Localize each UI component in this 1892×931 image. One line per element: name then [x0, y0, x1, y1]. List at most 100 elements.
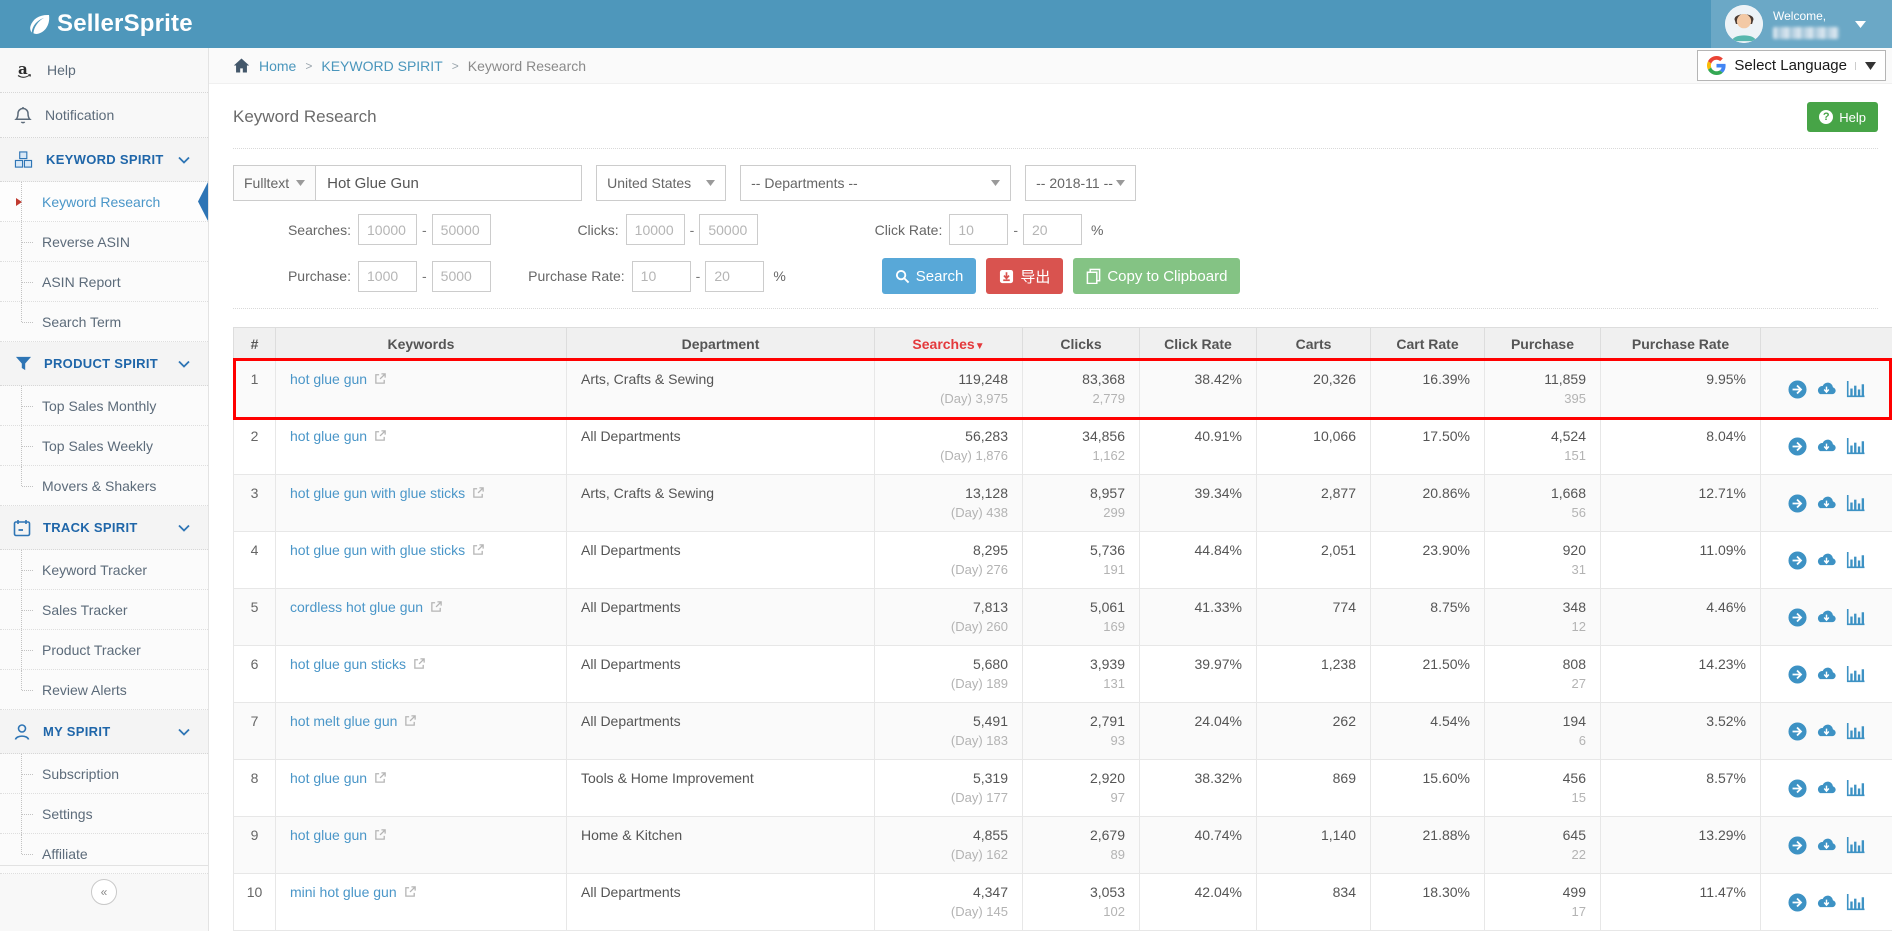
- keyword-link[interactable]: mini hot glue gun: [290, 884, 397, 900]
- column-header-clicks[interactable]: Clicks: [1023, 328, 1140, 361]
- detail-arrow-icon[interactable]: [1788, 380, 1807, 399]
- detail-arrow-icon[interactable]: [1788, 665, 1807, 684]
- keyword-link[interactable]: hot glue gun with glue sticks: [290, 485, 465, 501]
- brand-logo[interactable]: SellerSprite: [0, 10, 193, 38]
- external-link-icon[interactable]: [472, 543, 485, 559]
- bar-chart-icon[interactable]: [1846, 437, 1865, 455]
- sidebar-item-keyword-tracker[interactable]: Keyword Tracker: [0, 550, 208, 590]
- breadcrumb-home[interactable]: Home: [259, 58, 296, 74]
- keyword-link[interactable]: hot melt glue gun: [290, 713, 397, 729]
- purchase-min-input[interactable]: [358, 261, 417, 292]
- external-link-icon[interactable]: [472, 486, 485, 502]
- cloud-download-icon[interactable]: [1816, 780, 1837, 796]
- cloud-download-icon[interactable]: [1816, 837, 1837, 853]
- keyword-link[interactable]: hot glue gun: [290, 428, 367, 444]
- purchase-rate-min-input[interactable]: [632, 261, 691, 292]
- clicks-min-input[interactable]: [626, 214, 685, 245]
- sidebar-collapse-button[interactable]: «: [91, 879, 117, 905]
- search-button[interactable]: Search: [882, 258, 977, 294]
- cloud-download-icon[interactable]: [1816, 723, 1837, 739]
- cloud-download-icon[interactable]: [1816, 552, 1837, 568]
- column-header-carts[interactable]: Carts: [1257, 328, 1371, 361]
- sidebar-item-notification[interactable]: Notification: [0, 93, 208, 138]
- external-link-icon[interactable]: [374, 372, 387, 388]
- keyword-link[interactable]: hot glue gun: [290, 371, 367, 387]
- column-header-purchase[interactable]: Purchase: [1485, 328, 1601, 361]
- click-rate-min-input[interactable]: [949, 214, 1008, 245]
- sidebar-item-subscription[interactable]: Subscription: [0, 754, 208, 794]
- click-rate-max-input[interactable]: [1023, 214, 1082, 245]
- export-button[interactable]: 导出: [986, 258, 1063, 294]
- bar-chart-icon[interactable]: [1846, 608, 1865, 626]
- clicks-max-input[interactable]: [699, 214, 758, 245]
- sidebar-section-product-spirit[interactable]: PRODUCT SPIRIT: [0, 342, 208, 386]
- sidebar-item-reverse-asin[interactable]: Reverse ASIN: [0, 222, 208, 262]
- bar-chart-icon[interactable]: [1846, 722, 1865, 740]
- bar-chart-icon[interactable]: [1846, 836, 1865, 854]
- sidebar-item-help[interactable]: a Help: [0, 48, 208, 93]
- external-link-icon[interactable]: [374, 828, 387, 844]
- keyword-link[interactable]: cordless hot glue gun: [290, 599, 423, 615]
- external-link-icon[interactable]: [404, 714, 417, 730]
- searches-max-input[interactable]: [432, 214, 491, 245]
- column-header-cart-rate[interactable]: Cart Rate: [1371, 328, 1485, 361]
- cloud-download-icon[interactable]: [1816, 894, 1837, 910]
- sidebar-section-my-spirit[interactable]: MY SPIRIT: [0, 710, 208, 754]
- sidebar-item-movers-shakers[interactable]: Movers & Shakers: [0, 466, 208, 506]
- sidebar-section-track-spirit[interactable]: TRACK SPIRIT: [0, 506, 208, 550]
- sidebar-item-settings[interactable]: Settings: [0, 794, 208, 834]
- fulltext-mode-select[interactable]: Fulltext: [233, 165, 316, 201]
- column-header-purchase-rate[interactable]: Purchase Rate: [1601, 328, 1761, 361]
- sidebar-item-sales-tracker[interactable]: Sales Tracker: [0, 590, 208, 630]
- detail-arrow-icon[interactable]: [1788, 551, 1807, 570]
- keyword-link[interactable]: hot glue gun sticks: [290, 656, 406, 672]
- external-link-icon[interactable]: [374, 771, 387, 787]
- sidebar-item-search-term[interactable]: Search Term: [0, 302, 208, 342]
- detail-arrow-icon[interactable]: [1788, 722, 1807, 741]
- column-header-click-rate[interactable]: Click Rate: [1140, 328, 1257, 361]
- bar-chart-icon[interactable]: [1846, 893, 1865, 911]
- detail-arrow-icon[interactable]: [1788, 779, 1807, 798]
- external-link-icon[interactable]: [413, 657, 426, 673]
- sidebar-item-top-sales-monthly[interactable]: Top Sales Monthly: [0, 386, 208, 426]
- searches-min-input[interactable]: [358, 214, 417, 245]
- language-dropdown-caret-icon[interactable]: [1855, 62, 1876, 70]
- sidebar-item-keyword-research[interactable]: Keyword Research: [0, 182, 208, 222]
- sidebar-item-asin-report[interactable]: ASIN Report: [0, 262, 208, 302]
- purchase-max-input[interactable]: [432, 261, 491, 292]
- bar-chart-icon[interactable]: [1846, 380, 1865, 398]
- departments-select[interactable]: -- Departments --: [740, 165, 1011, 201]
- external-link-icon[interactable]: [430, 600, 443, 616]
- cloud-download-icon[interactable]: [1816, 381, 1837, 397]
- bar-chart-icon[interactable]: [1846, 551, 1865, 569]
- copy-to-clipboard-button[interactable]: Copy to Clipboard: [1073, 258, 1240, 294]
- country-select[interactable]: United States: [596, 165, 726, 201]
- keyword-link[interactable]: hot glue gun: [290, 827, 367, 843]
- bar-chart-icon[interactable]: [1846, 779, 1865, 797]
- breadcrumb-keyword-spirit[interactable]: KEYWORD SPIRIT: [321, 58, 442, 74]
- help-button[interactable]: ? Help: [1807, 102, 1878, 132]
- month-select[interactable]: -- 2018-11 --: [1025, 165, 1136, 201]
- keyword-link[interactable]: hot glue gun: [290, 770, 367, 786]
- cloud-download-icon[interactable]: [1816, 438, 1837, 454]
- column-header-searches[interactable]: Searches▼: [875, 328, 1023, 361]
- sidebar-item-product-tracker[interactable]: Product Tracker: [0, 630, 208, 670]
- bar-chart-icon[interactable]: [1846, 494, 1865, 512]
- external-link-icon[interactable]: [374, 429, 387, 445]
- detail-arrow-icon[interactable]: [1788, 437, 1807, 456]
- sidebar-section-keyword-spirit[interactable]: KEYWORD SPIRIT: [0, 138, 208, 182]
- detail-arrow-icon[interactable]: [1788, 836, 1807, 855]
- sidebar-item-review-alerts[interactable]: Review Alerts: [0, 670, 208, 710]
- external-link-icon[interactable]: [404, 885, 417, 901]
- purchase-rate-max-input[interactable]: [705, 261, 764, 292]
- keyword-link[interactable]: hot glue gun with glue sticks: [290, 542, 465, 558]
- detail-arrow-icon[interactable]: [1788, 608, 1807, 627]
- detail-arrow-icon[interactable]: [1788, 494, 1807, 513]
- user-menu[interactable]: Welcome,: [1711, 0, 1892, 48]
- select-language-widget[interactable]: Select Language: [1697, 50, 1886, 81]
- bar-chart-icon[interactable]: [1846, 665, 1865, 683]
- cloud-download-icon[interactable]: [1816, 666, 1837, 682]
- home-icon[interactable]: [233, 58, 250, 73]
- detail-arrow-icon[interactable]: [1788, 893, 1807, 912]
- sidebar-item-top-sales-weekly[interactable]: Top Sales Weekly: [0, 426, 208, 466]
